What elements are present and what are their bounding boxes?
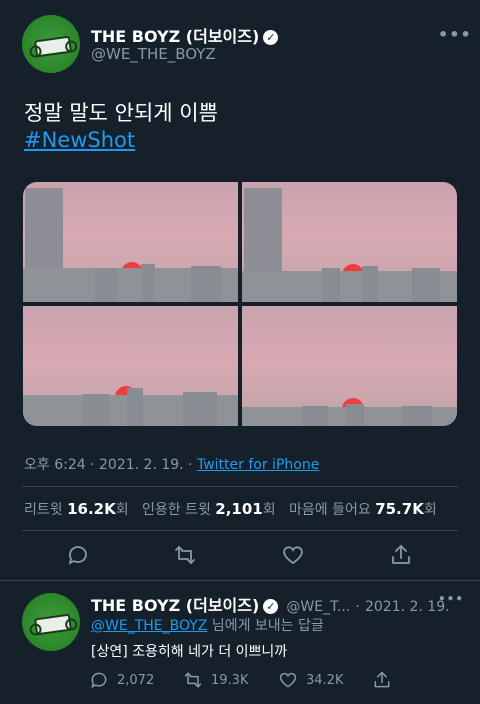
quotes-value: 2,101 [215,500,263,518]
retweet-icon [184,672,202,688]
photo-2[interactable] [242,182,457,302]
tweet-stats: 리트윗 16.2K회 인용한 트윗 2,101회 마음에 들어요 75.7K회 [24,499,437,519]
photo-1[interactable] [23,182,238,302]
tweet-time: 오후 6:24 [24,457,86,473]
reply-count: 2,072 [117,672,155,688]
photo-grid [23,182,457,426]
likes-stat[interactable]: 마음에 들어요 75.7K회 [289,500,437,518]
reply-icon[interactable] [66,543,90,567]
reply-icon [91,672,107,689]
quotes-unit: 회 [262,502,276,518]
avatar[interactable] [22,15,80,73]
tweet-text: 정말 말도 안되게 이쁨 [24,101,218,125]
photo-4[interactable] [242,306,457,426]
reply-action-retweet[interactable]: 19.3K [183,669,248,691]
likes-label: 마음에 들어요 [289,502,371,518]
retweets-value: 16.2K [67,500,116,518]
retweets-stat[interactable]: 리트윗 16.2K회 [24,500,129,518]
reply-separator: · [355,599,360,615]
meta-separator: · [90,457,95,473]
meta-separator-2: · [188,457,193,473]
share-icon [374,671,390,688]
mention-link[interactable]: @WE_THE_BOYZ [91,618,207,634]
likes-value: 75.7K [375,500,424,518]
reply-action-reply[interactable]: 2,072 [89,669,154,691]
photo-3[interactable] [23,306,238,426]
avatar-logo [33,613,73,636]
display-name[interactable]: THE BOYZ (더보이즈) ✓ [91,23,279,47]
likes-unit: 회 [423,502,437,518]
divider [22,486,458,487]
reply-date[interactable]: 2021. 2. 19. [365,599,450,615]
quotes-label: 인용한 트윗 [141,502,211,518]
verified-badge-icon: ✓ [263,599,279,614]
like-icon[interactable] [281,543,305,567]
reply-avatar[interactable] [22,593,80,651]
hashtag-link[interactable]: #NewShot [24,128,135,152]
reply-handle[interactable]: @WE_T... [286,599,350,615]
display-name-text: THE BOYZ (더보이즈) [91,27,260,46]
handle[interactable]: @WE_THE_BOYZ [91,45,216,63]
reply-more-options-icon[interactable]: ••• [438,592,464,606]
verified-badge-icon: ✓ [263,30,279,45]
retweets-label: 리트윗 [24,502,63,518]
section-divider [0,580,480,581]
tweet-date: 2021. 2. 19. [99,457,184,473]
replying-to: @WE_THE_BOYZ 님에게 보내는 답글 [91,615,324,635]
reply-display-name[interactable]: THE BOYZ (더보이즈) [91,596,259,615]
like-icon [279,672,297,688]
share-icon[interactable] [389,543,413,567]
retweet-count: 19.3K [211,672,249,688]
divider [22,530,458,531]
quotes-stat[interactable]: 인용한 트윗 2,101회 [141,500,276,518]
reply-action-share[interactable] [372,669,392,691]
retweets-unit: 회 [115,502,129,518]
avatar-logo [33,35,73,58]
tweet-source-link[interactable]: Twitter for iPhone [197,457,319,473]
reply-header: THE BOYZ (더보이즈) ✓ @WE_T... · 2021. 2. 19. [91,592,471,616]
replying-suffix: 님에게 보내는 답글 [207,618,324,634]
more-options-icon[interactable]: ••• [438,25,472,44]
reply-text: [상연] 조용히해 네가 더 이쁘니까 [91,644,288,660]
tweet-meta: 오후 6:24 · 2021. 2. 19. · Twitter for iPh… [24,454,319,474]
like-count: 34.2K [306,672,344,688]
retweet-icon[interactable] [173,543,197,567]
reply-action-like[interactable]: 34.2K [278,669,343,691]
